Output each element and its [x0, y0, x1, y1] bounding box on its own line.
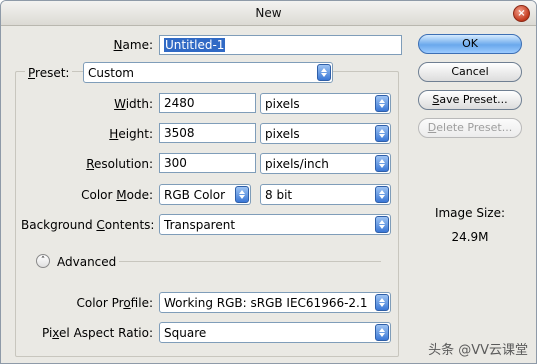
select-arrow-icon [317, 64, 331, 81]
resolution-input[interactable]: 300 [159, 153, 256, 173]
bit-depth-select[interactable]: 8 bit [260, 184, 391, 205]
background-contents-value: Transparent [164, 218, 236, 232]
height-unit-select[interactable]: pixels [260, 123, 391, 144]
select-arrow-icon [375, 125, 389, 142]
advanced-divider [119, 261, 381, 262]
name-value: Untitled-1 [164, 38, 226, 52]
resolution-unit-value: pixels/inch [265, 157, 329, 171]
collapse-chevron-icon[interactable]: ˄ [36, 254, 50, 268]
pixel-aspect-ratio-select[interactable]: Square [159, 322, 391, 343]
delete-preset-button[interactable]: Delete Preset... [418, 118, 522, 138]
advanced-label: Advanced [57, 255, 117, 269]
color-profile-select[interactable]: Working RGB: sRGB IEC61966-2.1 [159, 292, 391, 313]
ok-button[interactable]: OK [418, 34, 522, 54]
pixel-aspect-ratio-label: Pixel Aspect Ratio: [41, 326, 153, 340]
select-arrow-icon [375, 294, 389, 311]
height-unit-value: pixels [265, 127, 300, 141]
color-profile-label: Color Profile: [76, 296, 153, 310]
bit-depth-value: 8 bit [265, 188, 293, 202]
background-contents-select[interactable]: Transparent [159, 214, 391, 235]
select-arrow-icon [375, 324, 389, 341]
select-arrow-icon [235, 186, 249, 203]
color-profile-value: Working RGB: sRGB IEC61966-2.1 [164, 296, 368, 310]
select-arrow-icon [375, 186, 389, 203]
select-arrow-icon [375, 216, 389, 233]
resolution-label: Resolution: [86, 157, 153, 171]
name-input[interactable]: Untitled-1 [159, 35, 402, 55]
width-unit-value: pixels [265, 97, 300, 111]
name-label: Name: [113, 38, 153, 52]
watermark-text: 头条 @VV云课堂 [428, 343, 528, 358]
width-unit-select[interactable]: pixels [260, 93, 391, 114]
image-size-value: 24.9M [451, 230, 489, 244]
pixel-aspect-ratio-value: Square [164, 326, 207, 340]
background-contents-label: Background Contents: [21, 218, 155, 232]
select-arrow-icon [375, 155, 389, 172]
color-mode-label: Color Mode: [81, 188, 153, 202]
preset-select[interactable]: Custom [83, 62, 333, 83]
width-label: Width: [114, 97, 153, 111]
new-document-dialog: New × Name: Untitled-1 Preset: Custom Wi… [0, 0, 537, 364]
cancel-button[interactable]: Cancel [418, 62, 522, 82]
preset-value: Custom [88, 66, 134, 80]
preset-label: Preset: [25, 66, 73, 80]
save-preset-button[interactable]: Save Preset... [418, 90, 522, 110]
select-arrow-icon [375, 95, 389, 112]
color-mode-value: RGB Color [164, 188, 226, 202]
resolution-unit-select[interactable]: pixels/inch [260, 153, 391, 174]
width-input[interactable]: 2480 [159, 93, 256, 113]
height-input[interactable]: 3508 [159, 123, 256, 143]
color-mode-select[interactable]: RGB Color [159, 184, 251, 205]
title-bar: New × [1, 1, 536, 26]
close-icon[interactable]: × [513, 5, 530, 22]
height-label: Height: [109, 127, 153, 141]
image-size-label: Image Size: [434, 206, 506, 220]
window-title: New [255, 6, 282, 20]
